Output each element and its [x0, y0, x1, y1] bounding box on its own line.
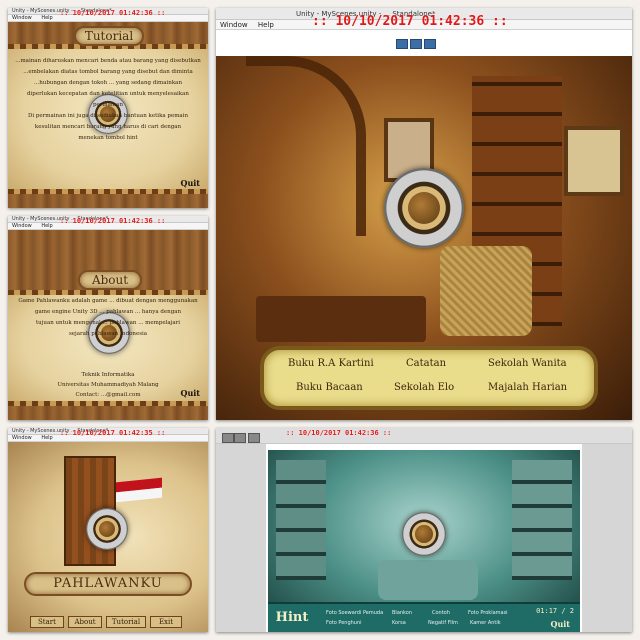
tutorial-screenshot: Unity - MyScenes.unity - ... Standalone*… — [8, 8, 208, 208]
about-button[interactable]: About — [68, 616, 102, 628]
item-negatif-film[interactable]: Negatif Film — [428, 620, 458, 626]
about-body: Game Pahlawanku adalah game ... dibuat d… — [12, 296, 204, 340]
item-foto-proklamasi[interactable]: Foto Proklamasi — [468, 610, 508, 616]
tutorial-line: ...hubungan dengan tokoh ... yang sedang… — [34, 80, 182, 86]
credit-line[interactable]: Contact: ...@gmail.com — [12, 390, 204, 400]
credit-line: Teknik Informatika — [81, 372, 135, 378]
shelf-right — [512, 460, 572, 580]
tutorial-line: ...embelakan diatas tombol barang yang d… — [23, 69, 193, 75]
quit-button[interactable]: Quit — [180, 178, 200, 188]
window-toolbar — [216, 428, 632, 444]
map-frame — [564, 126, 624, 196]
quit-button[interactable]: Quit — [550, 619, 570, 629]
menu-help[interactable]: Help — [41, 223, 52, 229]
about-heading: About — [78, 270, 142, 290]
item-list-panel: Hint Foto Soewardi Pemuda Blankon Contoh… — [268, 602, 580, 632]
editor-side-right — [582, 444, 632, 632]
emblem-logo — [86, 508, 128, 550]
menu-help[interactable]: Help — [258, 21, 274, 29]
timestamp-overlay: :: 10/10/2017 01:42:36 :: — [286, 429, 392, 437]
about-line: game engine Unity 3D ... pahlawan ... ha… — [34, 309, 182, 315]
shelf-left — [276, 460, 326, 580]
timer: 01:17 / 2 — [536, 607, 574, 615]
item-buku-kartini[interactable]: Buku R.A Kartini — [288, 358, 374, 369]
item-sekolah-wanita[interactable]: Sekolah Wanita — [488, 358, 567, 369]
item-majalah-harian[interactable]: Majalah Harian — [488, 382, 567, 393]
ornament-border-top — [8, 290, 208, 295]
table — [256, 296, 426, 342]
kartini-scene-screenshot: Unity - MyScenes.unity - ... Standalone*… — [216, 8, 632, 420]
tutorial-line: diperlukan kecepatan dan ketelitian untu… — [27, 91, 189, 108]
tutorial-button[interactable]: Tutorial — [106, 616, 146, 628]
item-korsa[interactable]: Korsa — [392, 620, 406, 626]
game-screen: PAHLAWANKU Start About Tutorial Exit — [8, 442, 208, 632]
editor-side-left — [216, 444, 266, 632]
game-title: PAHLAWANKU — [24, 572, 192, 596]
hint-button[interactable]: Hint — [272, 608, 312, 628]
tutorial-line: ...mainan diharuskan mencari benda atau … — [15, 58, 201, 64]
game-screen: About Game Pahlawanku adalah game ... di… — [8, 230, 208, 420]
tutorial-heading: Tutorial — [74, 26, 144, 46]
main-menu-screenshot: Unity - MyScenes.unity ... Standalone* W… — [8, 428, 208, 632]
emblem-logo — [402, 512, 446, 556]
timestamp-overlay: :: 10/10/2017 01:42:36 :: — [312, 14, 508, 29]
timestamp-overlay: :: 10/10/2017 01:42:35 :: — [60, 429, 166, 437]
item-contoh[interactable]: Contoh — [432, 610, 450, 616]
play-icon[interactable] — [396, 39, 408, 49]
tutorial-body: ...mainan diharuskan mencari benda atau … — [12, 56, 204, 144]
armchair — [440, 246, 532, 336]
menu-help[interactable]: Help — [41, 435, 52, 441]
exit-button[interactable]: Exit — [150, 616, 182, 628]
playback-controls — [396, 34, 438, 49]
teal-scene-screenshot: :: 10/10/2017 01:42:36 :: Hint Foto Soew… — [216, 428, 632, 632]
about-screenshot: Unity - MyScenes.unity ... Standalone* W… — [8, 216, 208, 420]
about-line: sejarah pahlawan Indonesia — [68, 331, 148, 337]
credit-line: Universitas Muhammadiyah Malang — [57, 382, 159, 388]
step-icon[interactable] — [424, 39, 436, 49]
about-line: tujuan untuk mengenal ... pahlawan ... m… — [35, 320, 181, 326]
item-sekolah-elo[interactable]: Sekolah Elo — [394, 382, 454, 393]
pause-icon[interactable] — [410, 39, 422, 49]
emblem-logo — [384, 168, 464, 248]
item-foto-penghuni[interactable]: Foto Penghuni — [326, 620, 362, 626]
tutorial-line: menekan tombol hint — [78, 135, 138, 141]
game-screen: Tutorial ...mainan diharuskan mencari be… — [8, 22, 208, 208]
ornament-border-bottom — [8, 189, 208, 194]
timestamp-overlay: :: 10/10/2017 01:42:36 :: — [60, 217, 166, 225]
toolbar-icon[interactable] — [248, 433, 260, 443]
item-blankon[interactable]: Blankon — [392, 610, 412, 616]
about-line: Game Pahlawanku adalah game ... dibuat d… — [18, 298, 198, 304]
tutorial-line: Di permainan ini juga di sediakan bantua… — [27, 113, 188, 119]
item-buku-bacaan[interactable]: Buku Bacaan — [296, 382, 363, 393]
sofa — [378, 560, 478, 600]
menu-window[interactable]: Window — [12, 15, 32, 21]
menu-help[interactable]: Help — [41, 15, 52, 21]
toolbar-icon[interactable] — [222, 433, 234, 443]
menu-window[interactable]: Window — [12, 435, 32, 441]
item-list-panel: Buku R.A Kartini Catatan Sekolah Wanita … — [260, 346, 598, 410]
start-button[interactable]: Start — [30, 616, 64, 628]
ornament-border-bottom — [8, 401, 208, 406]
item-catatan[interactable]: Catatan — [406, 358, 446, 369]
item-foto-soewardi[interactable]: Foto Soewardi Pemuda — [326, 610, 383, 616]
quit-button[interactable]: Quit — [180, 388, 200, 398]
menu-window[interactable]: Window — [220, 21, 248, 29]
menu-window[interactable]: Window — [12, 223, 32, 229]
timestamp-overlay: :: 10/10/2017 01:42:36 :: — [60, 9, 166, 17]
toolbar-icon[interactable] — [234, 433, 246, 443]
tutorial-line: kesulitan mencari barang yang harus di c… — [34, 124, 182, 130]
about-credits: Teknik Informatika Universitas Muhammadi… — [12, 370, 204, 400]
game-screen: Buku R.A Kartini Catatan Sekolah Wanita … — [216, 56, 632, 420]
item-kamer-antik[interactable]: Kamer Antik — [470, 620, 501, 626]
staircase — [246, 56, 366, 236]
game-screen: Hint Foto Soewardi Pemuda Blankon Contoh… — [268, 450, 580, 632]
